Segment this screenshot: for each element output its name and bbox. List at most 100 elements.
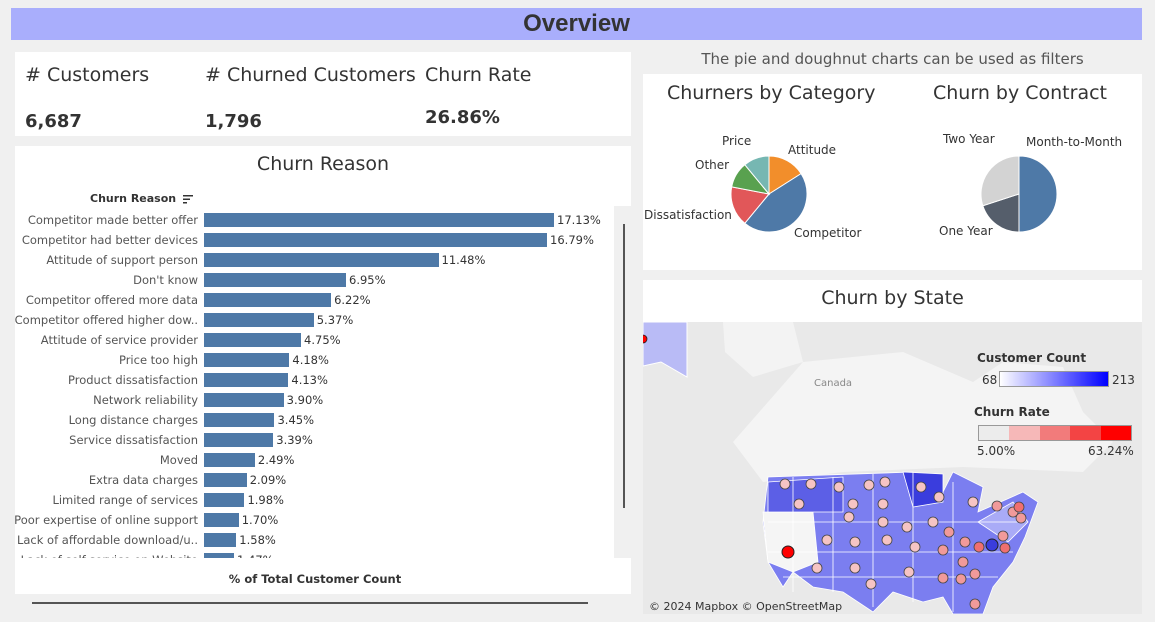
bar-value-label: 6.22% xyxy=(334,293,371,307)
state-map[interactable]: Canada Customer Count 68 213 Churn Rate … xyxy=(643,322,1142,614)
bar-category-label: Don't know xyxy=(133,273,198,287)
bar[interactable] xyxy=(204,413,275,427)
contract-pie-chart[interactable] xyxy=(979,154,1059,234)
bar-row[interactable]: Don't know 6.95% xyxy=(15,270,615,290)
bar[interactable] xyxy=(204,553,235,558)
bar[interactable] xyxy=(204,333,302,347)
bar-value-label: 1.70% xyxy=(241,513,279,527)
bar-category-label: Service dissatisfaction xyxy=(69,433,198,447)
bar-value-label: 3.39% xyxy=(276,433,313,447)
bar[interactable] xyxy=(204,433,274,447)
pie-label-price: Price xyxy=(722,134,752,148)
bar[interactable] xyxy=(204,513,239,527)
bar-category-label: Poor expertise of online support xyxy=(15,513,198,527)
bar-category-label: Competitor had better devices xyxy=(21,233,198,247)
bar[interactable] xyxy=(204,253,439,267)
bar-value-label: 4.13% xyxy=(291,373,328,387)
bar-category-label: Limited range of services xyxy=(52,493,198,507)
bar-row[interactable]: Lack of self-service on Website 1.47% xyxy=(15,550,615,558)
bar[interactable] xyxy=(204,373,289,387)
bar-category-label: Lack of affordable download/u.. xyxy=(16,533,198,547)
bar[interactable] xyxy=(204,273,346,287)
bar-row[interactable]: Service dissatisfaction 3.39% xyxy=(15,430,615,450)
pie-label-two-year: Two Year xyxy=(943,132,995,146)
kpi-customers-label: # Customers xyxy=(25,64,150,86)
churn-reason-title: Churn Reason xyxy=(256,153,390,175)
bar-category-label: Price too high xyxy=(118,353,198,367)
bar-row[interactable]: Moved 2.49% xyxy=(15,450,615,470)
bar-row[interactable]: Attitude of support person 11.48% xyxy=(15,250,615,270)
bar-row[interactable]: Product dissatisfaction 4.13% xyxy=(15,370,615,390)
bar-category-label: Lack of self-service on Website xyxy=(21,553,198,558)
bar-value-label: 1.58% xyxy=(239,533,276,547)
bar-row[interactable]: Attitude of service provider 4.75% xyxy=(15,330,615,350)
churn-by-state-panel: Churn by State Canada Customer Count 68 … xyxy=(643,280,1142,614)
bar-row[interactable]: Limited range of services 1.98% xyxy=(15,490,615,510)
bar-row[interactable]: Long distance charges 3.45% xyxy=(15,410,615,430)
pie-label-one-year: One Year xyxy=(939,224,993,238)
bar-row[interactable]: Competitor offered higher dow.. 5.37% xyxy=(15,310,615,330)
churn-reason-header-label: Churn Reason xyxy=(90,192,177,205)
pie-slice-month-to-month[interactable] xyxy=(1018,155,1058,233)
bar-value-label: 11.48% xyxy=(441,253,486,267)
kpi-churned-label: # Churned Customers xyxy=(205,64,416,86)
bar-value-label: 1.47% xyxy=(237,553,274,558)
x-axis-caption: % of Total Customer Count xyxy=(228,572,402,586)
page-title: Overview xyxy=(523,10,630,37)
bar-row[interactable]: Price too high 4.18% xyxy=(15,350,615,370)
horizontal-scrollbar-thumb[interactable] xyxy=(32,602,588,604)
churn-by-state-title: Churn by State xyxy=(821,287,964,309)
contract-pie-title: Churn by Contract xyxy=(933,82,1107,104)
bar-row[interactable]: Competitor made better offer 17.13% xyxy=(15,210,615,230)
bar[interactable] xyxy=(204,353,290,367)
bar-value-label: 2.49% xyxy=(257,453,295,467)
pie-label-month-to-month: Month-to-Month xyxy=(1026,135,1123,149)
bar[interactable] xyxy=(204,393,284,407)
sort-icon[interactable] xyxy=(182,194,193,204)
bar-category-label: Attitude of service provider xyxy=(40,333,198,347)
pie-label-other: Other xyxy=(695,158,730,172)
bar-category-label: Long distance charges xyxy=(68,413,198,427)
legend-rate-min: 5.00% xyxy=(977,444,1016,458)
bar[interactable] xyxy=(204,493,245,507)
pies-panel: Churners by Category Churn by Contract P… xyxy=(643,74,1142,270)
vertical-scrollbar-thumb[interactable] xyxy=(623,224,625,508)
pie-label-competitor: Competitor xyxy=(794,226,862,240)
bar[interactable] xyxy=(204,213,554,227)
bar-value-label: 4.75% xyxy=(304,333,341,347)
legend-rate-max: 63.24% xyxy=(1088,444,1134,458)
bar[interactable] xyxy=(204,233,548,247)
bar[interactable] xyxy=(204,293,332,307)
map-canvas[interactable] xyxy=(643,322,1142,614)
filter-note: The pie and doughnut charts can be used … xyxy=(701,50,1084,68)
bar[interactable] xyxy=(204,533,237,547)
map-attribution[interactable]: © 2024 Mapbox © OpenStreetMap xyxy=(649,600,842,613)
churn-reason-column-header[interactable]: Churn Reason xyxy=(90,192,193,205)
bar-category-label: Network reliability xyxy=(93,393,198,407)
bar-row[interactable]: Competitor offered more data 6.22% xyxy=(15,290,615,310)
bar-row[interactable]: Network reliability 3.90% xyxy=(15,390,615,410)
bar-category-label: Competitor offered more data xyxy=(25,293,198,307)
kpi-customers-value: 6,687 xyxy=(25,111,82,132)
bar-row[interactable]: Poor expertise of online support 1.70% xyxy=(15,510,615,530)
bar-value-label: 2.09% xyxy=(249,473,287,487)
category-pie-title: Churners by Category xyxy=(667,82,876,104)
legend-count-gradient xyxy=(999,371,1109,387)
bar-value-label: 17.13% xyxy=(557,213,601,227)
bar-row[interactable]: Extra data charges 2.09% xyxy=(15,470,615,490)
bar[interactable] xyxy=(204,313,314,327)
bar-value-label: 5.37% xyxy=(316,313,354,327)
bar-row[interactable]: Lack of affordable download/u.. 1.58% xyxy=(15,530,615,550)
category-pie-chart[interactable] xyxy=(729,154,809,234)
legend-rate-title: Churn Rate xyxy=(974,405,1050,419)
churn-reason-bar-chart: Competitor made better offer 17.13% Compet… xyxy=(15,206,615,558)
bar-value-label: 3.45% xyxy=(277,413,315,427)
churn-reason-panel: Churn Reason Churn Reason Competitor mad… xyxy=(15,146,631,594)
bar-value-label: 1.98% xyxy=(247,493,284,507)
bar-category-label: Extra data charges xyxy=(88,473,198,487)
bar[interactable] xyxy=(204,453,255,467)
kpi-churned-value: 1,796 xyxy=(205,111,262,132)
bar-row[interactable]: Competitor had better devices 16.79% xyxy=(15,230,615,250)
legend-count-max: 213 xyxy=(1112,373,1135,387)
bar[interactable] xyxy=(204,473,247,487)
